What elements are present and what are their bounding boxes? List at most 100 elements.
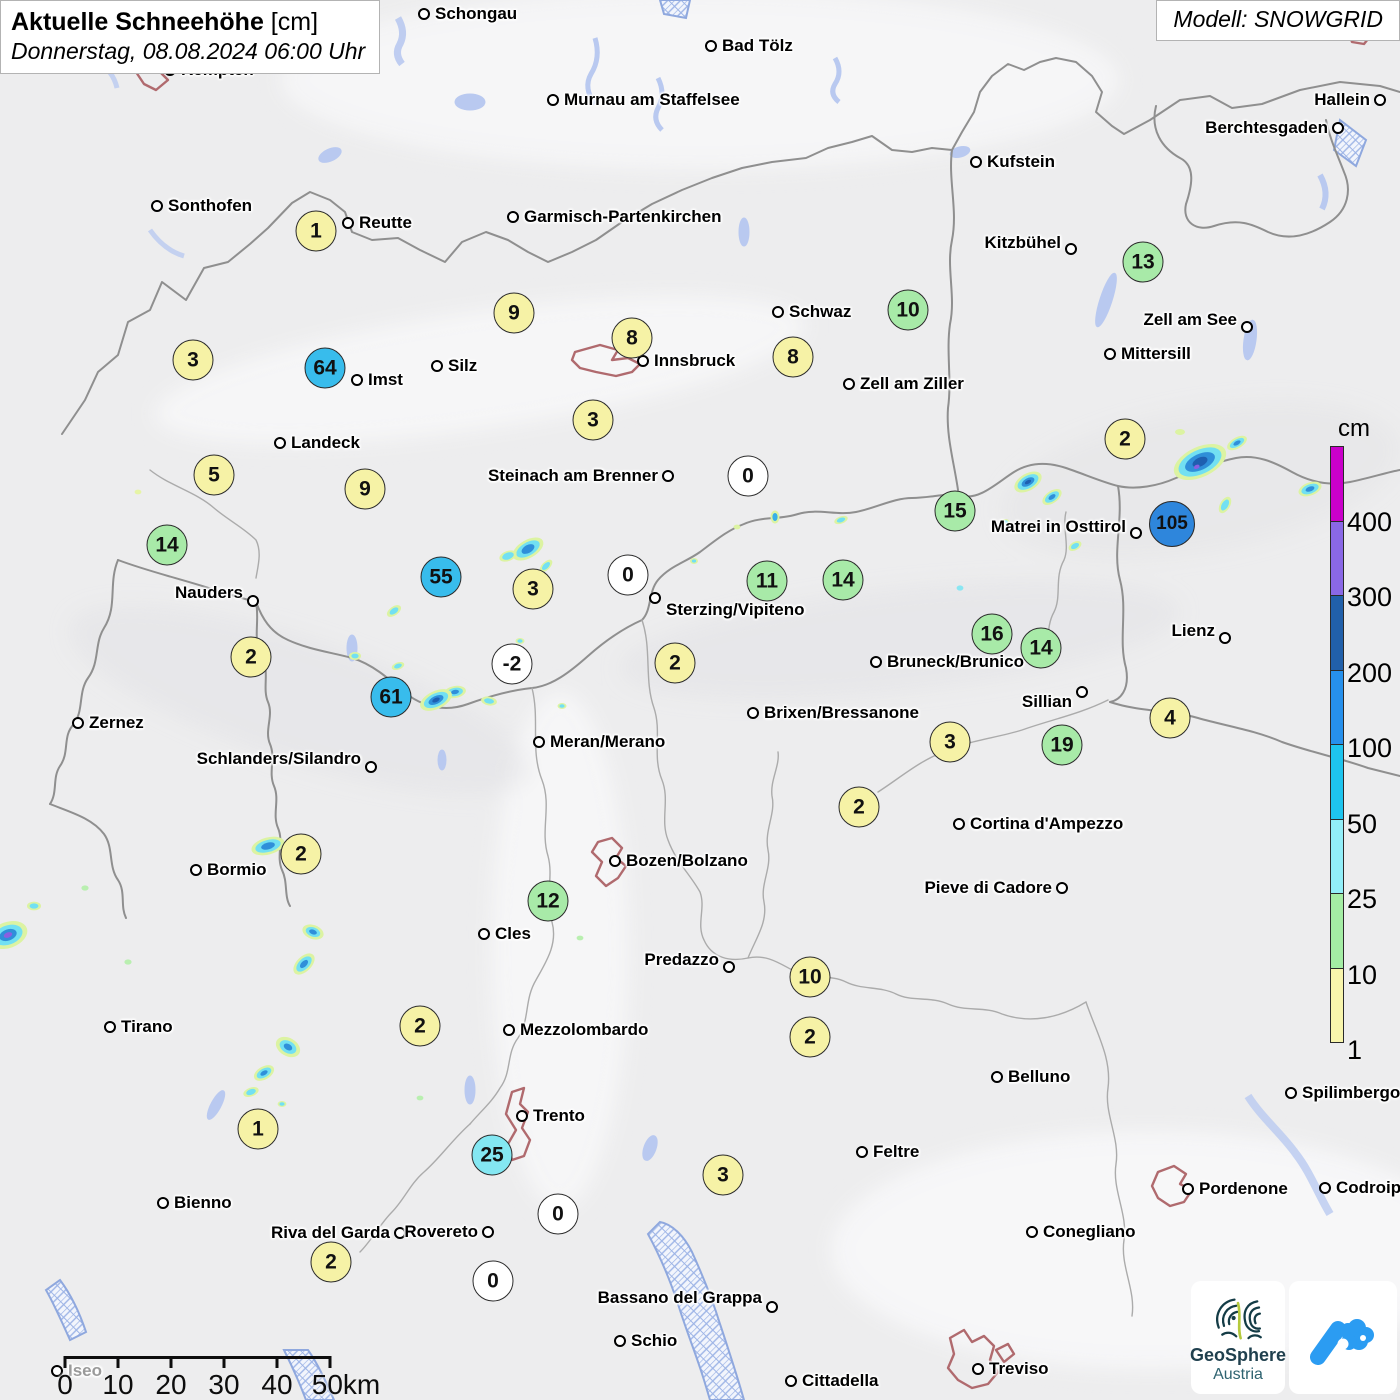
city-label: Matrei in Osttirol xyxy=(990,517,1126,536)
station-snow-value: 15 xyxy=(934,490,976,532)
station-snow-value: 1 xyxy=(237,1108,279,1150)
city-label: Mittersill xyxy=(1121,344,1191,363)
station-snow-value: 2 xyxy=(230,636,272,678)
city-label: Murnau am Staffelsee xyxy=(564,90,740,109)
city-dot xyxy=(772,306,784,318)
city-dot xyxy=(342,217,354,229)
city-dot xyxy=(843,378,855,390)
geosphere-logo-box: GeoSphere Austria xyxy=(1190,1281,1286,1394)
legend-tick-label: 25 xyxy=(1347,884,1378,914)
city-dot xyxy=(190,864,202,876)
city-dot xyxy=(1065,243,1077,255)
city-dot xyxy=(1076,686,1088,698)
city-dot xyxy=(431,360,443,372)
station-snow-value: 3 xyxy=(702,1154,744,1196)
legend-tick-label: 1 xyxy=(1347,1035,1363,1065)
station-snow-value: 2 xyxy=(654,642,696,684)
city-label: Spilimbergo xyxy=(1302,1083,1400,1102)
city-label: Landeck xyxy=(291,433,360,452)
station-snow-value: 2 xyxy=(280,833,322,875)
legend-color-segment xyxy=(1330,818,1344,894)
city-label: Schio xyxy=(631,1331,678,1350)
city-dot xyxy=(649,592,661,604)
geosphere-logo-sub: Austria xyxy=(1213,1366,1263,1384)
city-label: Belluno xyxy=(1008,1067,1071,1086)
city-dot xyxy=(747,707,759,719)
geosphere-contour-icon xyxy=(1216,1298,1262,1339)
station-snow-value: 3 xyxy=(929,721,971,763)
city-label: Trento xyxy=(533,1106,585,1125)
city-label: Schwaz xyxy=(789,302,852,321)
station-snow-value: 9 xyxy=(344,468,386,510)
city-label: Rovereto xyxy=(404,1222,478,1241)
partner-logo-box xyxy=(1289,1281,1397,1394)
city-label: Hallein xyxy=(1314,90,1370,109)
city-dot xyxy=(856,1146,868,1158)
station-snow-value: 10 xyxy=(789,956,831,998)
scale-bar-label: 10 xyxy=(102,1369,134,1400)
city-dot xyxy=(1374,94,1386,106)
city-dot xyxy=(1332,122,1344,134)
scale-bar-label: 20 xyxy=(155,1369,187,1400)
city-label: Riva del Garda xyxy=(270,1223,390,1242)
station-snow-value: 4 xyxy=(1149,697,1191,739)
station-snow-value: 3 xyxy=(512,568,554,610)
scale-bar-tick xyxy=(275,1356,279,1368)
snow-depth-legend: cm 400 300 200 100 50 25 10 1 xyxy=(1330,415,1392,1065)
scale-bar-line xyxy=(65,1356,330,1359)
legend-tick-label: 200 xyxy=(1347,657,1393,688)
city-dot xyxy=(274,437,286,449)
city-dot xyxy=(157,1197,169,1209)
station-snow-value: 14 xyxy=(146,524,188,566)
station-snow-value: 1 xyxy=(295,210,337,252)
station-snow-value: 5 xyxy=(193,454,235,496)
city-dot xyxy=(953,818,965,830)
city-dot xyxy=(151,200,163,212)
city-dot xyxy=(972,1363,984,1375)
city-label: Pieve di Cadore xyxy=(924,878,1052,897)
legend-color-segment xyxy=(1330,595,1344,671)
city-dot xyxy=(785,1375,797,1387)
city-dot xyxy=(1182,1183,1194,1195)
city-dot xyxy=(516,1110,528,1122)
city-dot xyxy=(533,736,545,748)
scale-bar-tick xyxy=(169,1356,173,1368)
city-label: Zernez xyxy=(89,713,144,732)
city-dot xyxy=(1319,1182,1331,1194)
mountain-cloud-icon xyxy=(1310,1318,1374,1365)
city-dot xyxy=(614,1335,626,1347)
city-dot xyxy=(1130,527,1142,539)
city-label: Treviso xyxy=(989,1359,1049,1378)
city-label: Brixen/Bressanone xyxy=(764,703,919,722)
station-snow-value: 19 xyxy=(1041,724,1083,766)
city-label: Schongau xyxy=(435,4,518,23)
city-label: Cittadella xyxy=(802,1371,879,1390)
legend-color-segment xyxy=(1330,520,1344,596)
city-label: Bassano del Grappa xyxy=(597,1288,762,1307)
snow-depth-map: SchongauKemptenBad TölzMurnau am Staffel… xyxy=(0,0,1400,1400)
station-snow-value: 3 xyxy=(172,339,214,381)
legend-colorbar xyxy=(1330,446,1344,1043)
scale-bar-label: 50km xyxy=(311,1369,381,1400)
city-label: Predazzo xyxy=(644,950,719,969)
city-label: Kitzbühel xyxy=(984,233,1062,252)
city-label: Imst xyxy=(368,370,403,389)
city-dot xyxy=(365,761,377,773)
city-label: Pordenone xyxy=(1199,1179,1288,1198)
scale-bar-label: 40 xyxy=(261,1369,293,1400)
legend-tick-label: 400 xyxy=(1347,506,1393,537)
station-snow-value: 55 xyxy=(420,556,462,598)
city-dot xyxy=(662,470,674,482)
city-label: Schlanders/Silandro xyxy=(196,749,361,768)
city-dot xyxy=(870,656,882,668)
station-snow-value: 2 xyxy=(838,786,880,828)
station-snow-value: 2 xyxy=(1104,418,1146,460)
station-snow-value: 14 xyxy=(822,559,864,601)
station-snow-value: 13 xyxy=(1122,241,1164,283)
city-label: Bruneck/Brunico xyxy=(887,652,1024,671)
station-snow-value: 25 xyxy=(471,1134,513,1176)
scale-bar-label: 30 xyxy=(208,1369,240,1400)
city-label: Sonthofen xyxy=(168,196,253,215)
city-dot xyxy=(418,8,430,20)
city-label: Cortina d'Ampezzo xyxy=(970,814,1124,833)
